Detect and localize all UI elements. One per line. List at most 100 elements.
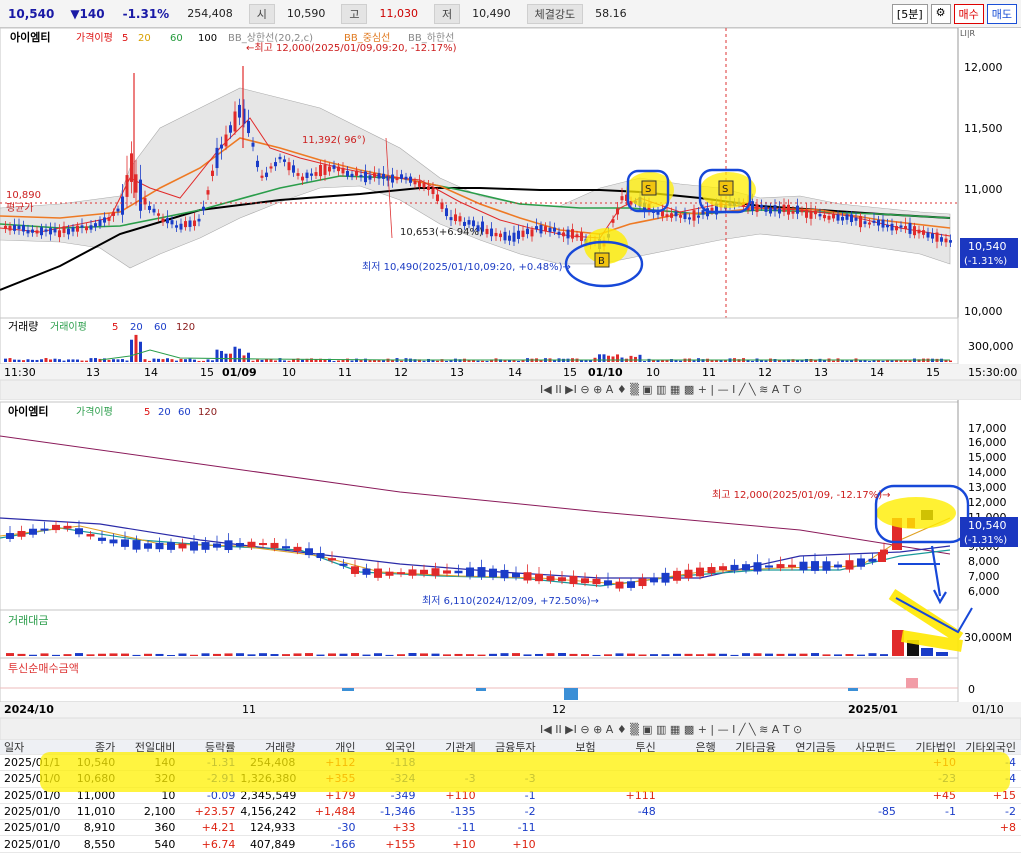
- candle: [868, 222, 871, 225]
- interval-select[interactable]: [5분]: [891, 4, 928, 24]
- x-tick: 12: [758, 366, 772, 379]
- sell-button[interactable]: 매도: [986, 4, 1017, 24]
- table-cell: 4,156,242: [240, 805, 297, 819]
- trade-bar: [730, 654, 739, 656]
- candle: [557, 231, 561, 235]
- candle: [364, 171, 367, 183]
- volume-bar: [134, 334, 138, 362]
- column-header[interactable]: 기타법인: [901, 739, 961, 755]
- trade-bar: [17, 653, 26, 656]
- daily-toolbar-icons[interactable]: I◀ II ▶I ⊖ ⊕ A ♦ ▒ ▣ ▥ ▦ ▩ + | — I ╱ ╲ ≋…: [540, 722, 802, 736]
- table-row[interactable]: 2025/01/06 8,910 360 +4.21 124,933 -30 +33 -11 -…: [0, 820, 1021, 837]
- candle: [337, 166, 340, 172]
- candle: [305, 172, 309, 179]
- volume-bar: [436, 360, 439, 362]
- column-header[interactable]: 기타외국인: [961, 739, 1021, 755]
- volume-bar: [13, 359, 16, 362]
- candle: [152, 208, 156, 213]
- column-header[interactable]: 연기금등: [781, 739, 841, 755]
- candle: [220, 144, 223, 149]
- candle: [265, 172, 268, 177]
- candle: [13, 224, 16, 231]
- column-header[interactable]: 금융투자: [481, 739, 541, 755]
- candle: [508, 235, 511, 241]
- table-row[interactable]: 2025/01/03 8,550 540 +6.74 407,849 -166 +155 +1…: [0, 836, 1021, 853]
- x-tick: 11: [702, 366, 716, 379]
- column-header[interactable]: 보험: [541, 739, 601, 755]
- table-row[interactable]: 2025/01/07 11,010 2,100 +23.57 4,156,242 +1,4…: [0, 804, 1021, 821]
- volume-bar: [211, 360, 214, 362]
- candle: [616, 208, 619, 215]
- candle: [886, 224, 889, 228]
- change-pct: -1.31%: [122, 6, 170, 21]
- y-tick: 6,000: [968, 585, 1000, 598]
- column-header[interactable]: 등락률: [180, 739, 240, 755]
- table-cell: -349: [390, 788, 416, 802]
- table-row[interactable]: 2025/01/08 11,000 10 -0.09 2,345,549 +179 -349…: [0, 788, 1021, 804]
- daily-candle: [730, 564, 739, 571]
- volume-bar: [220, 350, 223, 362]
- trade-bar: [834, 654, 842, 656]
- candle: [166, 218, 169, 224]
- volume-bar: [355, 358, 358, 362]
- table-cell: 2025/01/03: [4, 837, 61, 851]
- intraday-chart[interactable]: 아이엠티 가격이평 5 20 60 100 BB_상한선(20,2,c) BB_…: [0, 28, 1021, 400]
- volume-bar: [130, 339, 133, 362]
- candle: [499, 233, 502, 238]
- candle: [314, 172, 318, 176]
- column-header[interactable]: 외국인: [360, 739, 420, 755]
- table-cell: 2025/01/06: [4, 821, 61, 835]
- trade-bar: [305, 653, 313, 656]
- toolbar-icons[interactable]: I◀ II ▶I ⊖ ⊕ A ♦ ▒ ▣ ▥ ▦ ▩ + | — I ╱ ╲ ≋…: [540, 382, 802, 396]
- table-cell: 540: [154, 837, 176, 851]
- table-cell: +4.21: [201, 821, 236, 835]
- trade-bar: [822, 654, 831, 656]
- volume-bar: [17, 359, 21, 362]
- daily-candle: [52, 524, 60, 531]
- candle: [256, 160, 259, 168]
- candle: [184, 221, 187, 228]
- daily-chart[interactable]: 아이엠티 가격이평 5 20 60 120 최고 12,000(2025/01/…: [0, 400, 1021, 740]
- column-header[interactable]: 사모펀드: [841, 739, 901, 755]
- column-header[interactable]: 투신: [601, 739, 661, 755]
- column-header[interactable]: 거래량: [240, 739, 300, 755]
- column-header[interactable]: 일자: [0, 739, 60, 755]
- y-tick: 8,000: [968, 555, 1000, 568]
- trade-bar: [523, 654, 532, 656]
- table-row[interactable]: 2025/01/09 10,680 320 -2.91 1,326,380 +355 -32…: [0, 771, 1021, 788]
- trade-bar: [615, 653, 624, 656]
- candle: [355, 170, 358, 176]
- daily-legend-20: 20: [158, 407, 171, 418]
- trade-bar: [500, 653, 509, 656]
- volume-bar: [607, 355, 610, 362]
- candle: [949, 240, 952, 243]
- table-cell: 2025/01/07: [4, 805, 61, 819]
- buy-marker-label: B: [598, 256, 605, 267]
- candle: [310, 173, 313, 176]
- column-header[interactable]: 기관계: [421, 739, 481, 755]
- column-header[interactable]: 은행: [661, 739, 721, 755]
- candle: [130, 153, 133, 182]
- volume-bar: [206, 359, 210, 362]
- candle: [85, 226, 88, 231]
- daily-candle: [753, 562, 762, 572]
- daily-candle: [178, 543, 187, 549]
- table-cell: 8,910: [83, 821, 116, 835]
- candle: [931, 233, 934, 239]
- table-cell: 2025/01/09: [4, 772, 61, 786]
- candle: [899, 225, 903, 228]
- column-header[interactable]: 기타금융: [721, 739, 781, 755]
- x-tick: 15:30:00: [968, 366, 1017, 379]
- daily-candle: [282, 546, 290, 549]
- candle: [503, 231, 507, 241]
- volume-bar: [26, 359, 30, 362]
- trade-bar: [811, 653, 819, 656]
- volume-bar: [71, 359, 75, 362]
- buy-button[interactable]: 매수: [953, 4, 984, 24]
- column-header[interactable]: 개인: [300, 739, 360, 755]
- settings-icon[interactable]: ⚙: [930, 4, 951, 24]
- table-cell: -3: [524, 772, 536, 786]
- column-header[interactable]: 종가: [60, 739, 120, 755]
- table-row[interactable]: 2025/01/10 10,540 140 -1.31 254,408 +112 -118 +…: [0, 755, 1021, 772]
- column-header[interactable]: 전일대비: [120, 739, 180, 755]
